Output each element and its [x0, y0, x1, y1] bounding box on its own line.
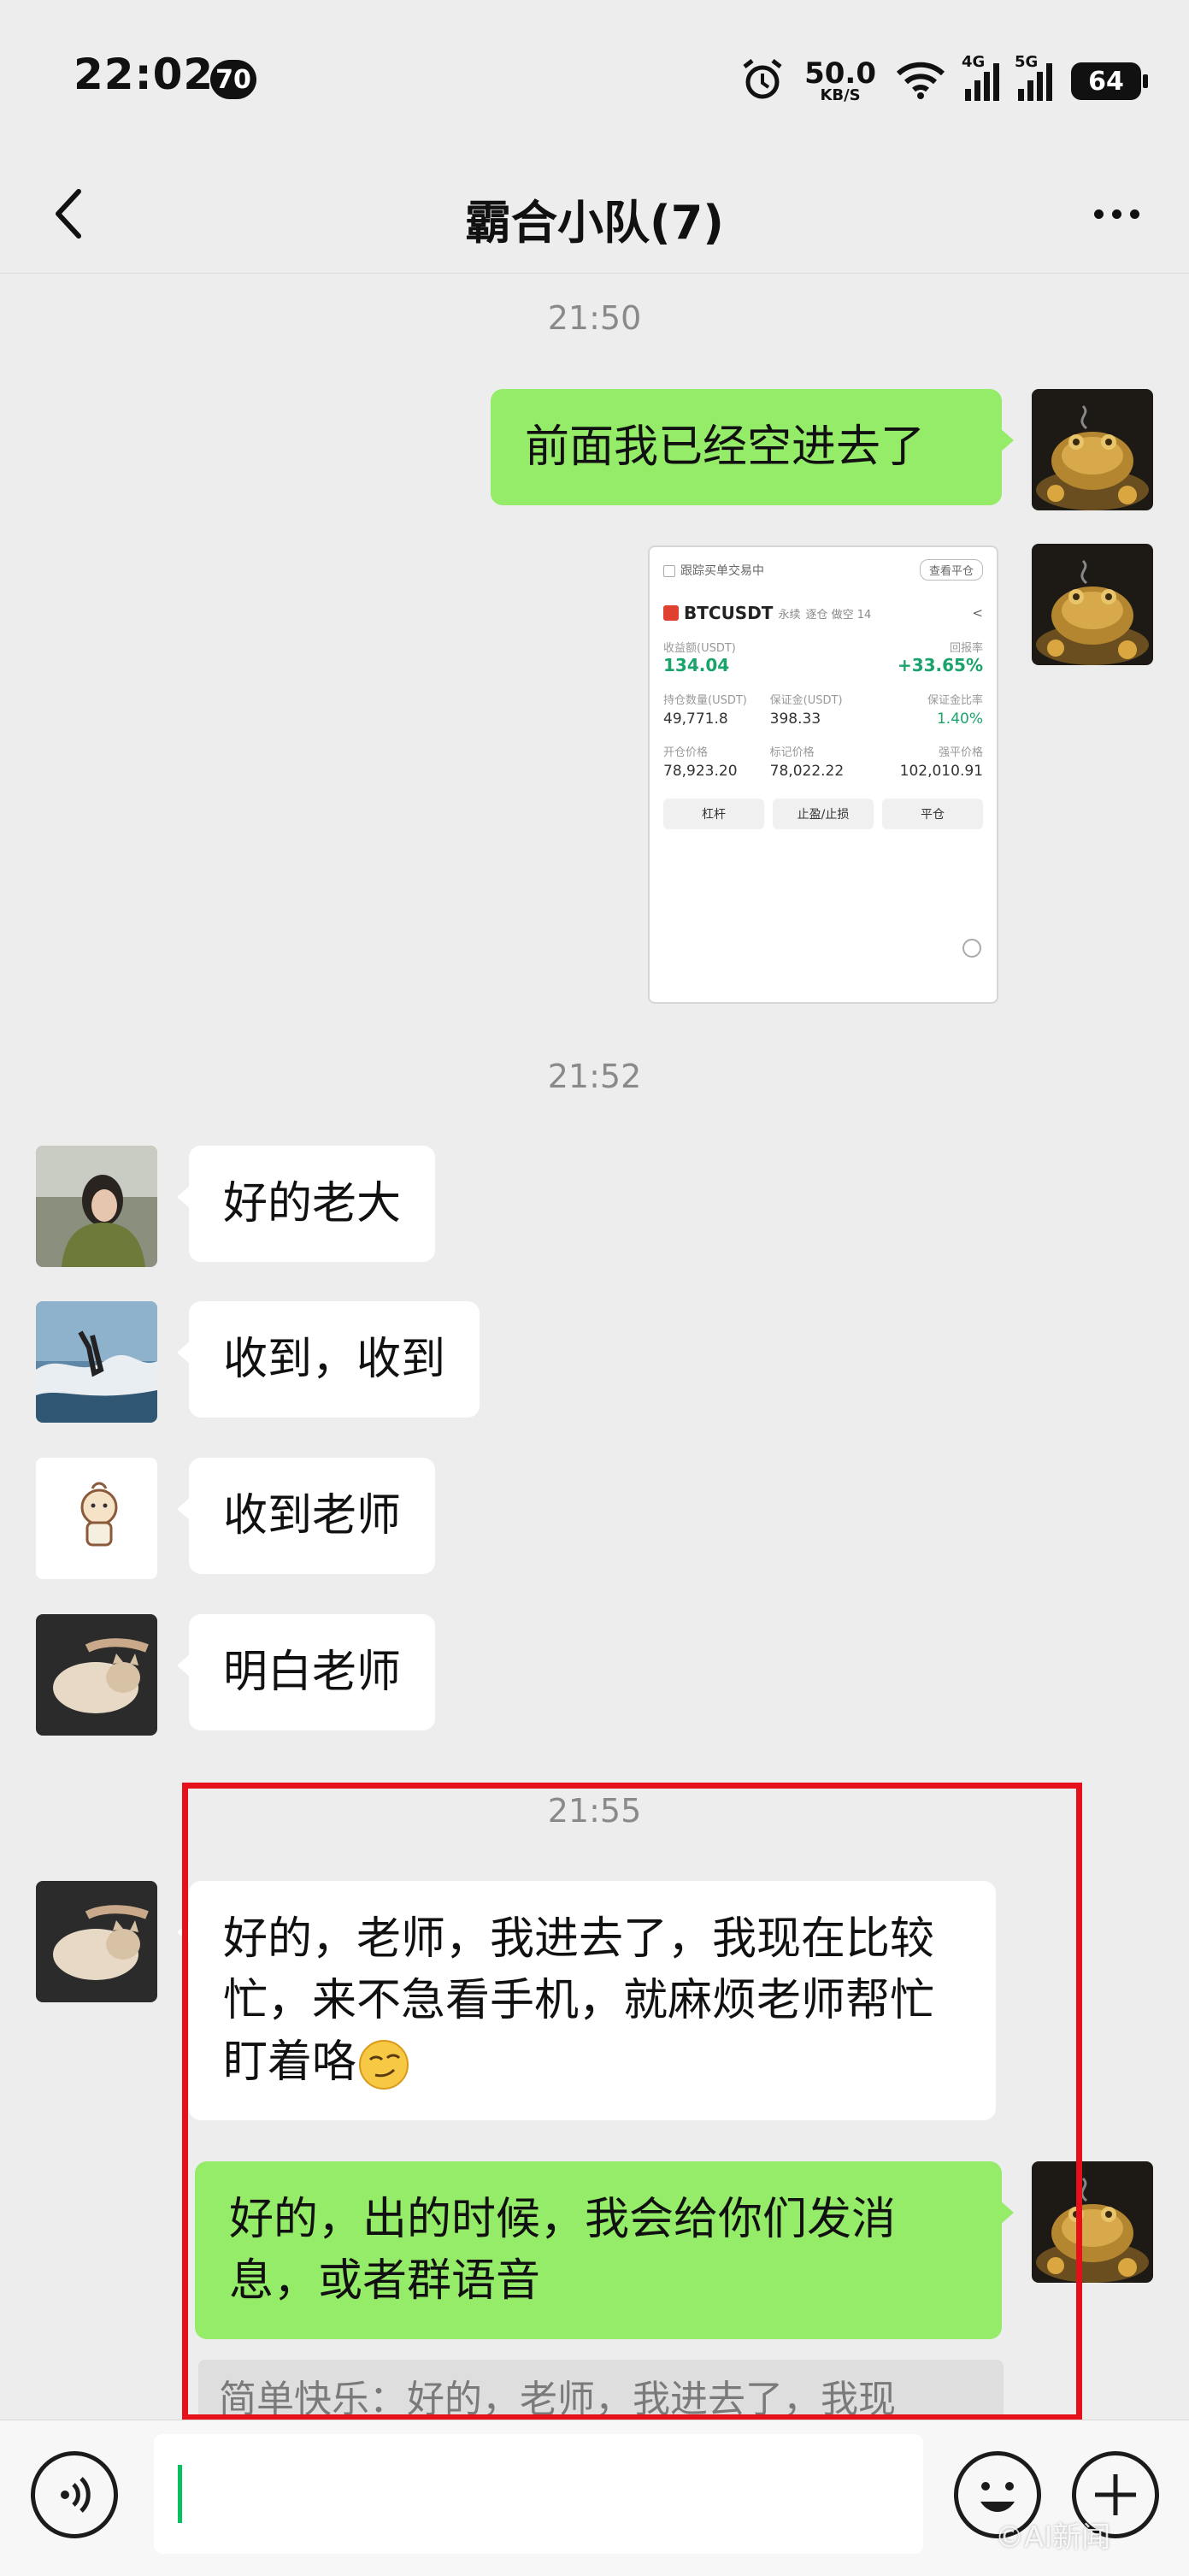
status-time: 22:02 [74, 50, 215, 99]
trade-screenshot-image[interactable]: 跟踪买单交易中 查看平仓 BTCUSDT 永续 逐仓 做空 14 < 收益额(USD… [648, 545, 998, 1004]
more-options-button[interactable] [1078, 180, 1155, 248]
plus-icon [1095, 2474, 1136, 2515]
time-separator: 21:52 [547, 1058, 642, 1095]
avatar-me[interactable] [1032, 544, 1153, 665]
share-icon: < [972, 605, 983, 621]
message-bubble-other[interactable]: 好的老大 [176, 1146, 436, 1262]
signal-4g-icon: 4G [962, 53, 999, 101]
woman-in-car-avatar-icon [36, 1146, 157, 1267]
golden-toad-avatar-icon [1032, 389, 1153, 510]
screenshot-header-action: 查看平仓 [919, 559, 983, 581]
screenshot-value: 1.40% [936, 710, 983, 728]
screenshot-roe-label: 回报率 [949, 642, 983, 655]
avatar-member-2[interactable] [36, 1301, 157, 1423]
watermark-text: ©AI新闻 [995, 2520, 1111, 2555]
screenshot-label: 保证金(USDT) [769, 694, 843, 707]
voice-input-button[interactable] [31, 2451, 118, 2538]
signal-5g-icon: 5G [1015, 53, 1052, 101]
screenshot-button: 平仓 [882, 799, 983, 829]
wifi-icon [895, 60, 946, 103]
cat-avatar-icon [36, 1614, 157, 1736]
screenshot-corner-icon [962, 939, 981, 958]
screenshot-label: 强平价格 [938, 746, 983, 759]
more-dot-icon [1093, 209, 1104, 219]
message-input[interactable] [154, 2434, 923, 2554]
surfer-avatar-icon [36, 1301, 157, 1423]
screenshot-header-label: 跟踪买单交易中 [663, 562, 764, 579]
battery-icon: 64 [1071, 62, 1148, 100]
chat-header: 霸合小队(7) [0, 154, 1189, 274]
screenshot-label: 开仓价格 [663, 746, 709, 759]
screenshot-label: 保证金比率 [927, 694, 983, 707]
screenshot-label: 标记价格 [769, 746, 815, 759]
avatar-member-1[interactable] [36, 1146, 157, 1267]
message-bubble-other[interactable]: 收到，收到 [176, 1301, 480, 1418]
screenshot-roe-value: +33.65% [897, 655, 983, 675]
screenshot-value: 78,923.20 [663, 763, 738, 780]
screenshot-pnl-value: 134.04 [663, 655, 730, 675]
cartoon-character-avatar-icon [36, 1458, 157, 1579]
screenshot-value: 78,022.22 [769, 763, 845, 780]
message-bubble-me[interactable]: 前面我已经空进去了 [491, 389, 1014, 505]
time-separator: 21:50 [547, 299, 642, 337]
golden-toad-avatar-icon [1032, 544, 1153, 665]
screenshot-symbol: BTCUSDT 永续 逐仓 做空 14 [663, 603, 871, 623]
message-bubble-other[interactable]: 收到老师 [176, 1458, 436, 1574]
red-highlight-annotation [182, 1783, 1082, 2420]
screenshot-label: 持仓数量(USDT) [663, 694, 747, 707]
avatar-member-4[interactable] [36, 1614, 157, 1736]
avatar-member-4[interactable] [36, 1881, 157, 2002]
status-indicators: 50.0 KB/S 4G 5G 64 [739, 53, 1148, 109]
message-bubble-other[interactable]: 明白老师 [176, 1614, 436, 1730]
cat-avatar-icon [36, 1881, 157, 2002]
screenshot-value: 49,771.8 [663, 710, 728, 728]
notification-badge: 70 [210, 60, 256, 99]
avatar-me[interactable] [1032, 389, 1153, 510]
text-cursor [178, 2465, 182, 2523]
net-speed: 50.0 KB/S [804, 56, 876, 104]
screenshot-pnl-label: 收益额(USDT) [663, 642, 736, 655]
screenshot-value: 398.33 [769, 710, 821, 728]
avatar-member-3[interactable] [36, 1458, 157, 1579]
more-dot-icon [1129, 209, 1139, 219]
screenshot-button: 止盈/止损 [773, 799, 874, 829]
screenshot-value: 102,010.91 [899, 763, 983, 780]
screenshot-button: 杠杆 [663, 799, 764, 829]
alarm-icon [739, 56, 786, 106]
voice-icon [61, 2477, 91, 2513]
more-dot-icon [1111, 209, 1121, 219]
chat-title: 霸合小队(7) [465, 196, 724, 250]
status-bar: 22:02 70 50.0 KB/S 4G 5G 64 [0, 0, 1189, 154]
